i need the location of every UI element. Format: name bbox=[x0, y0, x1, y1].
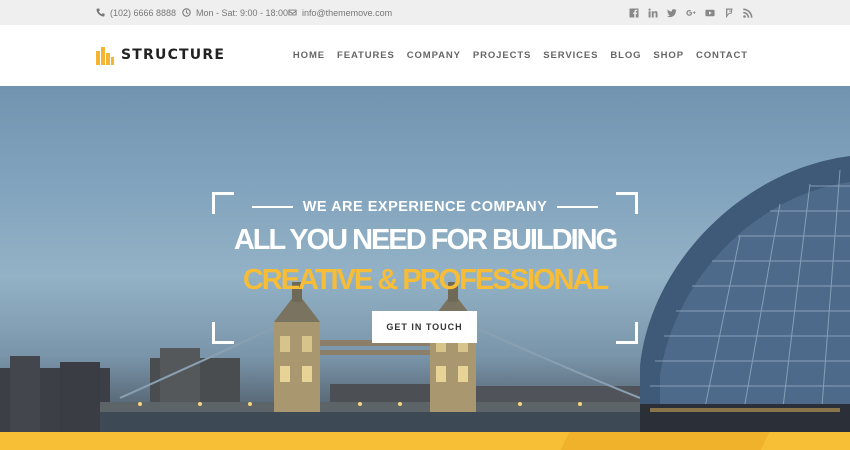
nav-services[interactable]: SERVICES bbox=[543, 50, 598, 61]
twitter-icon[interactable] bbox=[666, 7, 677, 18]
hero-eyebrow-row: WE ARE EXPERIENCE COMPANY bbox=[252, 197, 598, 217]
rss-icon[interactable] bbox=[742, 7, 753, 18]
frame-corner-bottom-right bbox=[616, 322, 638, 344]
nav-blog[interactable]: BLOG bbox=[610, 50, 641, 61]
phone-icon bbox=[96, 8, 105, 17]
nav-shop[interactable]: SHOP bbox=[653, 50, 684, 61]
nav-features[interactable]: FEATURES bbox=[337, 50, 395, 61]
nav-projects[interactable]: PROJECTS bbox=[473, 50, 531, 61]
site-header: STRUCTURE HOME FEATURES COMPANY PROJECTS… bbox=[0, 25, 850, 86]
hero-eyebrow: WE ARE EXPERIENCE COMPANY bbox=[302, 199, 548, 215]
eyebrow-line-left bbox=[252, 206, 293, 208]
hours-info: Mon - Sat: 9:00 - 18:00 bbox=[182, 0, 288, 25]
logo-text: STRUCTURE bbox=[121, 47, 226, 63]
logo[interactable]: STRUCTURE bbox=[96, 44, 225, 66]
frame-corner-top-right bbox=[616, 192, 638, 214]
email-info[interactable]: info@thememove.com bbox=[288, 0, 392, 25]
youtube-icon[interactable] bbox=[704, 7, 715, 18]
social-links bbox=[628, 0, 753, 25]
get-in-touch-button[interactable]: GET IN TOUCH bbox=[372, 311, 477, 343]
google-plus-icon[interactable] bbox=[685, 7, 696, 18]
phone-info: (102) 6666 8888 bbox=[96, 0, 176, 25]
top-info-bar: (102) 6666 8888 Mon - Sat: 9:00 - 18:00 … bbox=[0, 0, 850, 25]
accent-band bbox=[0, 432, 850, 450]
hero-headline: ALL YOU NEED FOR BUILDING bbox=[233, 224, 618, 256]
hero-section: WE ARE EXPERIENCE COMPANY ALL YOU NEED F… bbox=[0, 86, 850, 432]
frame-corner-top-left bbox=[212, 192, 234, 214]
envelope-icon bbox=[288, 9, 297, 16]
main-nav: HOME FEATURES COMPANY PROJECTS SERVICES … bbox=[293, 25, 748, 86]
city-skyline-background bbox=[0, 156, 850, 432]
email-link[interactable]: info@thememove.com bbox=[302, 8, 392, 18]
hours-text: Mon - Sat: 9:00 - 18:00 bbox=[196, 7, 289, 18]
facebook-icon[interactable] bbox=[628, 7, 639, 18]
hero-subheadline: CREATIVE & PROFESSIONAL bbox=[242, 264, 609, 296]
accent-band-shape bbox=[560, 432, 770, 450]
clock-icon bbox=[182, 8, 191, 17]
foursquare-icon[interactable] bbox=[723, 7, 734, 18]
nav-contact[interactable]: CONTACT bbox=[696, 50, 748, 61]
linkedin-icon[interactable] bbox=[647, 7, 658, 18]
eyebrow-line-right bbox=[557, 206, 598, 208]
phone-text: (102) 6666 8888 bbox=[110, 7, 177, 18]
nav-company[interactable]: COMPANY bbox=[407, 50, 461, 61]
building-logo-icon bbox=[96, 47, 114, 65]
frame-corner-bottom-left bbox=[212, 322, 234, 344]
nav-home[interactable]: HOME bbox=[293, 50, 325, 61]
